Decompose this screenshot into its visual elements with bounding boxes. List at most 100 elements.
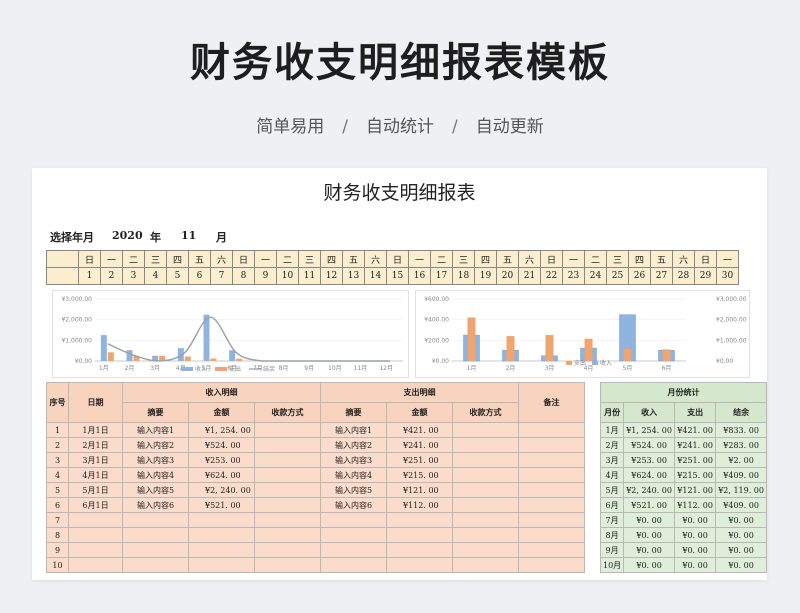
income-method-cell[interactable] [254,437,321,453]
income-method-cell[interactable] [254,467,321,483]
expense-method-cell[interactable] [452,482,519,498]
calendar-day[interactable]: 29 [694,267,717,285]
note-cell[interactable] [518,452,585,468]
income-method-cell[interactable] [254,512,321,528]
expense-amount-cell[interactable] [386,557,453,573]
income-method-cell[interactable] [254,452,321,468]
calendar-day[interactable]: 13 [342,267,365,285]
calendar-day[interactable]: 28 [672,267,695,285]
calendar-day[interactable]: 22 [540,267,563,285]
income-amount-cell[interactable] [188,512,255,528]
calendar-day[interactable]: 24 [584,267,607,285]
income-summary-cell[interactable]: 输入内容1 [122,422,189,438]
calendar-day[interactable]: 2 [100,267,123,285]
expense-summary-cell[interactable]: 输入内容1 [320,422,387,438]
calendar-day[interactable]: 12 [320,267,343,285]
expense-amount-cell[interactable]: ¥241. 00 [386,437,453,453]
expense-summary-cell[interactable]: 输入内容3 [320,452,387,468]
expense-summary-cell[interactable]: 输入内容2 [320,437,387,453]
calendar-day[interactable]: 17 [430,267,453,285]
expense-method-cell[interactable] [452,512,519,528]
calendar-day[interactable]: 1 [78,267,101,285]
year-value[interactable]: 2020 [112,229,143,242]
income-summary-cell[interactable]: 输入内容5 [122,482,189,498]
month-value[interactable]: 11 [181,229,196,242]
income-amount-cell[interactable]: ¥1, 254. 00 [188,422,255,438]
calendar-day[interactable]: 26 [628,267,651,285]
expense-method-cell[interactable] [452,497,519,513]
income-summary-cell[interactable] [122,512,189,528]
calendar-day[interactable]: 4 [144,267,167,285]
expense-summary-cell[interactable] [320,512,387,528]
calendar-day[interactable]: 7 [210,267,233,285]
expense-summary-cell[interactable]: 输入内容4 [320,467,387,483]
income-method-cell[interactable] [254,497,321,513]
income-amount-cell[interactable]: ¥524. 00 [188,437,255,453]
expense-summary-cell[interactable] [320,527,387,543]
note-cell[interactable] [518,422,585,438]
income-summary-cell[interactable] [122,542,189,558]
calendar-day[interactable]: 3 [122,267,145,285]
calendar-day[interactable]: 10 [276,267,299,285]
expense-method-cell[interactable] [452,422,519,438]
expense-method-cell[interactable] [452,542,519,558]
expense-summary-cell[interactable] [320,542,387,558]
expense-summary-cell[interactable]: 输入内容5 [320,482,387,498]
income-summary-cell[interactable]: 输入内容2 [122,437,189,453]
income-amount-cell[interactable] [188,527,255,543]
income-method-cell[interactable] [254,422,321,438]
note-cell[interactable] [518,482,585,498]
calendar-day[interactable]: 19 [474,267,497,285]
calendar-day[interactable]: 21 [518,267,541,285]
expense-method-cell[interactable] [452,557,519,573]
expense-amount-cell[interactable]: ¥121. 00 [386,482,453,498]
expense-method-cell[interactable] [452,467,519,483]
income-summary-cell[interactable]: 输入内容4 [122,467,189,483]
expense-amount-cell[interactable]: ¥215. 00 [386,467,453,483]
calendar-day[interactable]: 20 [496,267,519,285]
expense-method-cell[interactable] [452,437,519,453]
expense-summary-cell[interactable] [320,557,387,573]
calendar-day[interactable]: 27 [650,267,673,285]
expense-amount-cell[interactable]: ¥421. 00 [386,422,453,438]
income-method-cell[interactable] [254,527,321,543]
calendar-day[interactable]: 23 [562,267,585,285]
calendar-day[interactable]: 11 [298,267,321,285]
income-summary-cell[interactable] [122,527,189,543]
calendar-day[interactable]: 15 [386,267,409,285]
income-amount-cell[interactable]: ¥624. 00 [188,467,255,483]
calendar-day[interactable]: 30 [716,267,739,285]
income-amount-cell[interactable]: ¥2, 240. 00 [188,482,255,498]
income-method-cell[interactable] [254,557,321,573]
expense-amount-cell[interactable]: ¥251. 00 [386,452,453,468]
calendar-day[interactable]: 5 [166,267,189,285]
calendar-day[interactable]: 14 [364,267,387,285]
expense-method-cell[interactable] [452,452,519,468]
income-summary-cell[interactable]: 输入内容3 [122,452,189,468]
income-method-cell[interactable] [254,542,321,558]
expense-amount-cell[interactable] [386,527,453,543]
calendar-day[interactable]: 16 [408,267,431,285]
income-amount-cell[interactable]: ¥253. 00 [188,452,255,468]
expense-method-cell[interactable] [452,527,519,543]
note-cell[interactable] [518,497,585,513]
note-cell[interactable] [518,467,585,483]
expense-amount-cell[interactable]: ¥112. 00 [386,497,453,513]
calendar-day[interactable]: 6 [188,267,211,285]
note-cell[interactable] [518,512,585,528]
note-cell[interactable] [518,557,585,573]
calendar-day[interactable]: 25 [606,267,629,285]
expense-amount-cell[interactable] [386,542,453,558]
note-cell[interactable] [518,527,585,543]
income-amount-cell[interactable] [188,542,255,558]
calendar-day[interactable]: 9 [254,267,277,285]
income-summary-cell[interactable]: 输入内容6 [122,497,189,513]
income-amount-cell[interactable]: ¥521. 00 [188,497,255,513]
expense-amount-cell[interactable] [386,512,453,528]
income-summary-cell[interactable] [122,557,189,573]
calendar-day[interactable]: 18 [452,267,475,285]
expense-summary-cell[interactable]: 输入内容6 [320,497,387,513]
income-method-cell[interactable] [254,482,321,498]
note-cell[interactable] [518,437,585,453]
note-cell[interactable] [518,542,585,558]
